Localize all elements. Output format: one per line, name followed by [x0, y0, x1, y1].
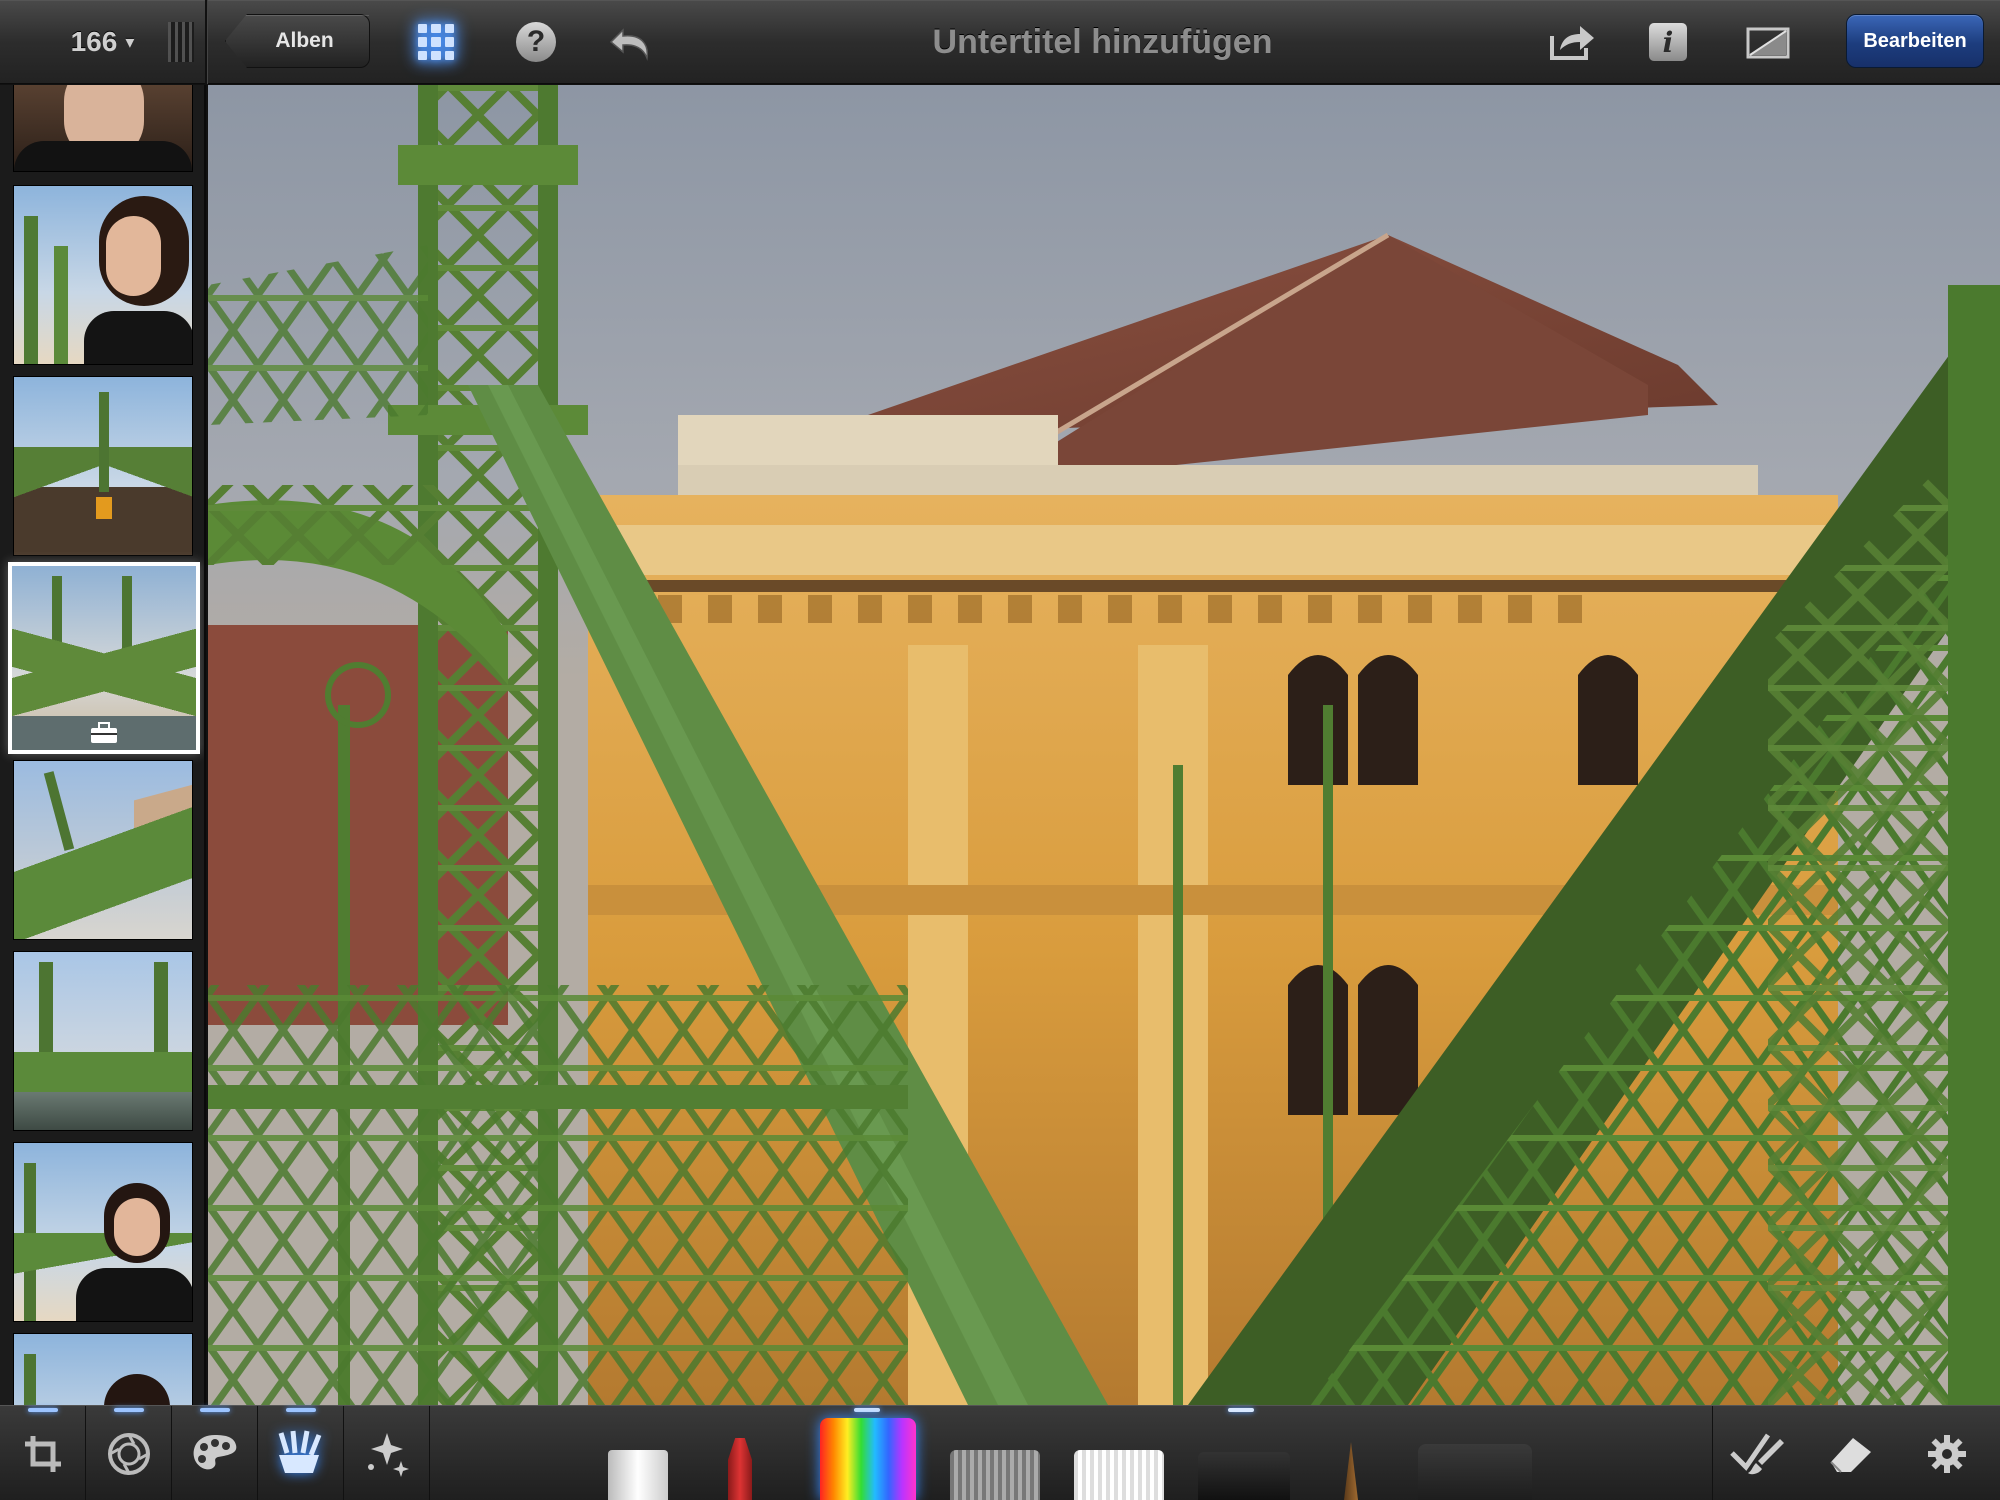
- thumbnail[interactable]: [13, 376, 193, 556]
- white-brush[interactable]: [608, 1450, 668, 1500]
- exposure-icon[interactable]: [86, 1406, 172, 1500]
- white-soft-brush[interactable]: [1074, 1450, 1164, 1500]
- effects-icon[interactable]: [344, 1406, 430, 1500]
- divider: [205, 0, 207, 84]
- eraser-icon[interactable]: [1808, 1406, 1894, 1500]
- black-brush[interactable]: [1198, 1452, 1290, 1500]
- drag-handle-icon[interactable]: [168, 22, 194, 62]
- selected-brush-indicator: [854, 1408, 880, 1412]
- thumbnail[interactable]: [13, 1333, 193, 1405]
- gear-icon[interactable]: [1904, 1406, 1990, 1500]
- photo-image: [208, 85, 2000, 1405]
- photo-count: 166: [70, 26, 118, 57]
- red-pencil[interactable]: [728, 1438, 752, 1500]
- thumbnail[interactable]: [13, 85, 193, 172]
- thumbnail[interactable]: [13, 185, 193, 365]
- rainbow-brush[interactable]: [820, 1418, 916, 1500]
- undo-icon[interactable]: [602, 12, 662, 72]
- brushes-icon[interactable]: [258, 1406, 344, 1500]
- gray-brush[interactable]: [950, 1450, 1040, 1500]
- paint-brush-check-icon[interactable]: [1712, 1406, 1798, 1500]
- help-icon[interactable]: ?: [506, 12, 566, 72]
- sponge[interactable]: [1418, 1444, 1532, 1500]
- help-glyph: ?: [516, 22, 556, 62]
- edit-button[interactable]: Bearbeiten: [1846, 14, 1984, 68]
- thumbnail[interactable]: [13, 1142, 193, 1322]
- briefcase-icon: [89, 722, 119, 744]
- albums-back-button[interactable]: Alben: [225, 14, 370, 68]
- brush-indicator: [1228, 1408, 1254, 1412]
- thumbnail[interactable]: [13, 760, 193, 940]
- share-icon[interactable]: [1542, 12, 1602, 72]
- thumbnail[interactable]: [13, 951, 193, 1131]
- grid-icon[interactable]: [406, 12, 466, 72]
- top-toolbar: 166 ▾ Alben ? Untertitel hinzufügen i Be…: [0, 0, 2000, 84]
- info-glyph: i: [1649, 23, 1687, 61]
- crop-icon[interactable]: [0, 1406, 86, 1500]
- fine-brush[interactable]: [1344, 1442, 1358, 1500]
- chevron-down-icon: ▾: [125, 31, 135, 52]
- thumbnail-selected[interactable]: [8, 562, 200, 754]
- info-icon[interactable]: i: [1638, 12, 1698, 72]
- compare-icon[interactable]: [1738, 12, 1798, 72]
- photo-canvas[interactable]: [208, 85, 2000, 1405]
- caption-title[interactable]: Untertitel hinzufügen: [700, 0, 1505, 84]
- bottom-toolbar: [0, 1405, 2000, 1500]
- color-palette-icon[interactable]: [172, 1406, 258, 1500]
- thumbnail-strip[interactable]: [0, 85, 206, 1405]
